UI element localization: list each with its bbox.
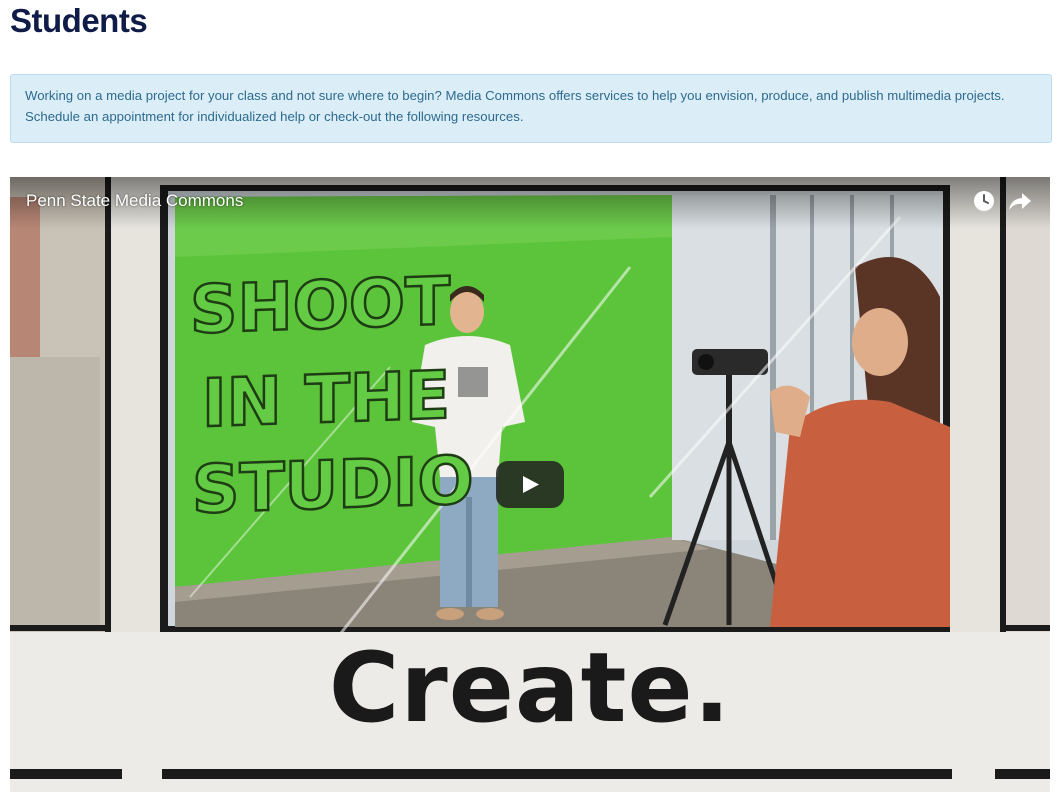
clock-icon[interactable] [973,190,995,212]
video-player[interactable]: SHOOT IN THE STUDIO Create. Penn State M… [10,177,1050,792]
studio-sign-line-3: STUDIO [192,442,474,529]
play-icon [523,476,539,493]
video-caption: Create. [328,632,732,744]
page-title: Students [10,2,148,39]
info-text-line-1: Working on a media project for your clas… [25,88,1005,103]
studio-sign-line-1: SHOOT [190,263,450,349]
studio-sign-line-2: IN THE [202,357,450,443]
info-alert: Working on a media project for your clas… [10,74,1052,143]
info-text-line-2: Schedule an appointment for individualiz… [25,109,524,124]
video-title[interactable]: Penn State Media Commons [26,191,243,211]
share-arrow-icon[interactable] [1008,190,1032,212]
play-button[interactable] [496,461,564,508]
